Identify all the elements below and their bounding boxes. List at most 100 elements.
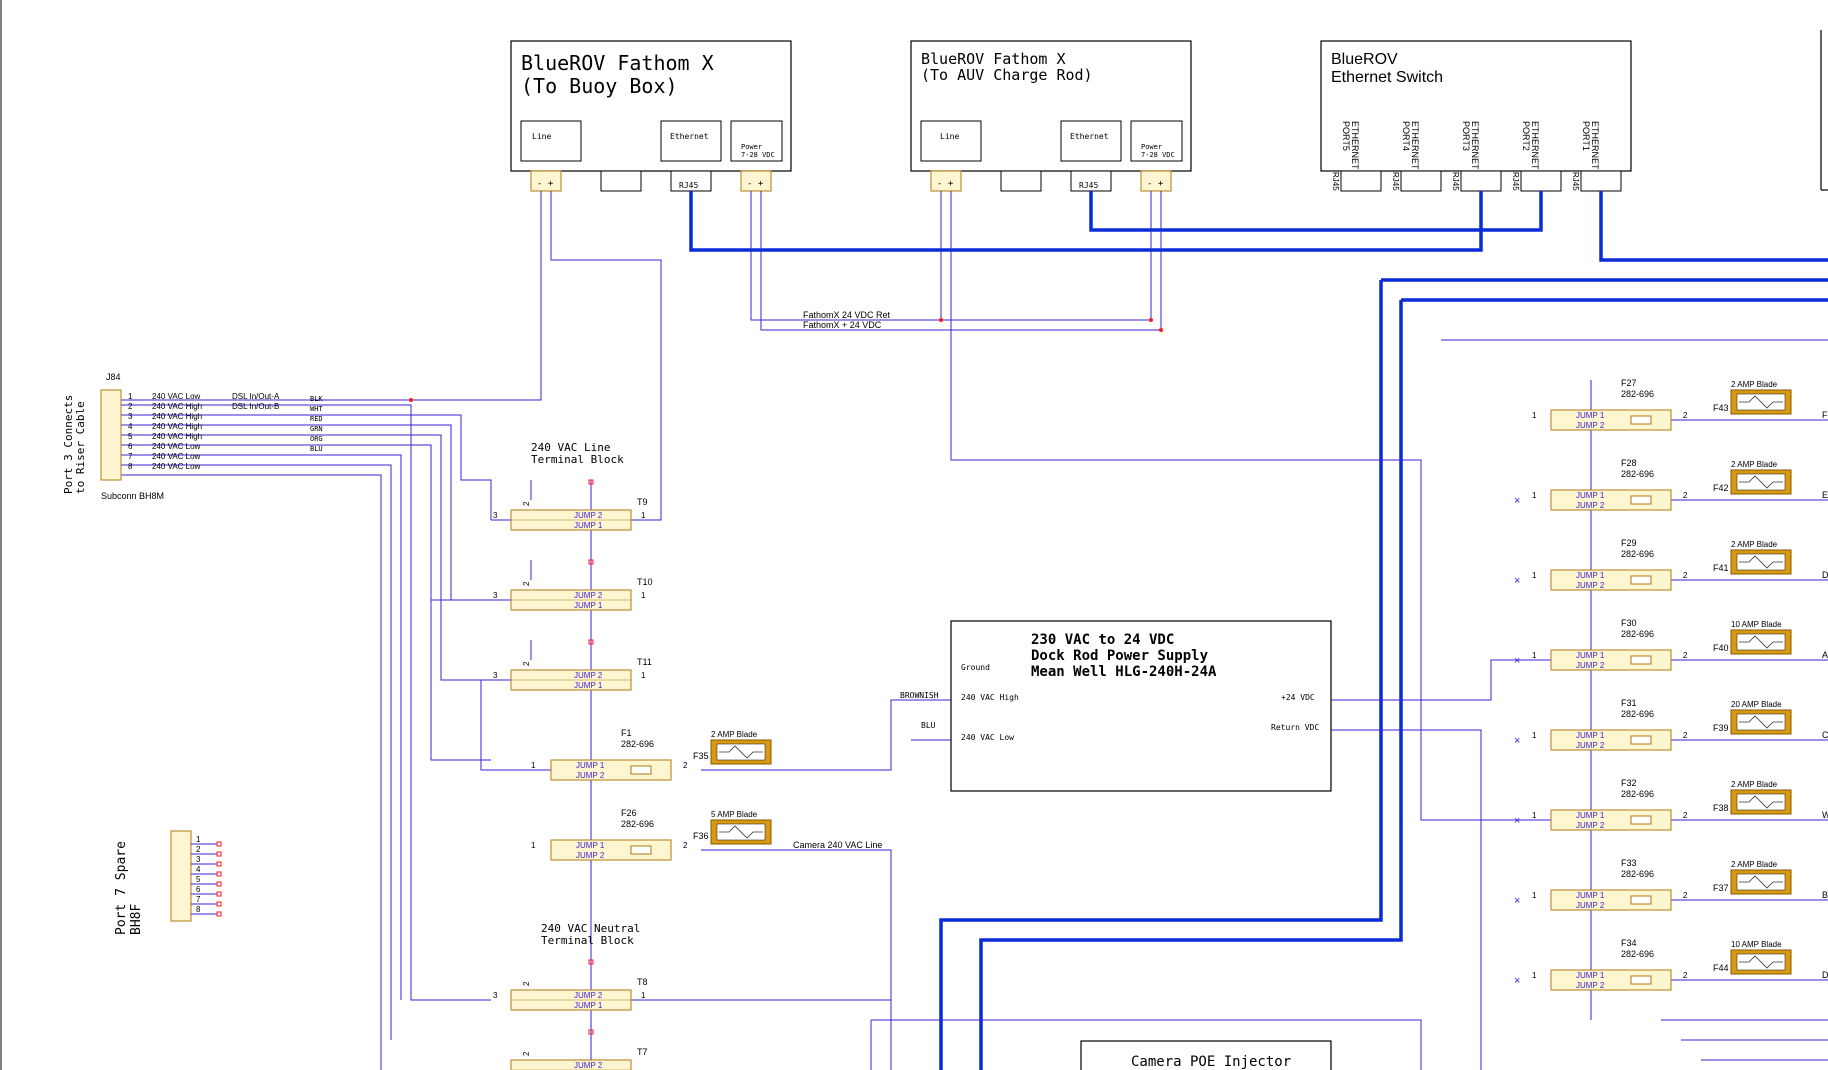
blade-ref: F36 (693, 831, 709, 841)
j84-ref: J84 (106, 372, 121, 382)
fuse-holder[interactable]: JUMP 1JUMP 2 F28282-696 1 2 F42 2 AMP Blade E × (1514, 458, 1828, 511)
fuse-holder[interactable]: JUMP 1JUMP 2 F27282-696 1 2 F43 2 AMP Blade F (1532, 378, 1828, 431)
fuse-pin1: 1 (531, 761, 536, 770)
switch-rj45: RJ45 (1391, 172, 1400, 191)
fuse-pin1: 1 (1532, 571, 1537, 580)
fathom-auv-rj45: RJ45 (1079, 181, 1098, 190)
terminal-block[interactable]: JUMP 2JUMP 1 T11 1 2 3 (493, 639, 652, 691)
fuse-pin2: 2 (1683, 571, 1688, 580)
fuse-pin2: 2 (1683, 491, 1688, 500)
terminal-pin2: 2 (522, 501, 531, 506)
jump2-label: JUMP 2 (576, 851, 605, 860)
fuse-pin1: 1 (1532, 651, 1537, 660)
switch-rj45: RJ45 (1331, 172, 1340, 191)
terminal-pin2: 2 (522, 661, 531, 666)
fuse-ref: F32 (1621, 778, 1637, 788)
fuse-output-label: D (1822, 570, 1828, 580)
j84-pin-color: GRN (310, 425, 323, 433)
jump2-label: JUMP 2 (574, 1061, 603, 1070)
jump2-label: JUMP 2 (574, 991, 603, 1000)
jump2-label: JUMP 2 (1576, 581, 1605, 590)
net-camera-line: Camera 240 VAC Line (793, 840, 882, 850)
fuse-pin2: 2 (1683, 971, 1688, 980)
blade-rating: 2 AMP Blade (1731, 380, 1778, 389)
tb-neutral-title-2: Terminal Block (541, 934, 634, 947)
j84-pin-num: 1 (128, 392, 133, 401)
fuse-ref: F28 (1621, 458, 1637, 468)
blade-rating: 2 AMP Blade (711, 730, 758, 739)
fuse-holder[interactable]: JUMP 1JUMP 2 F30282-696 1 2 F40 10 AMP Blade A… (1514, 618, 1828, 671)
fuse-holder[interactable]: JUMP 1JUMP 2 F26282-696 1 2 F36 5 AMP Blade (531, 808, 772, 861)
terminal-block[interactable]: JUMP 2JUMP 1 T10 1 2 3 (493, 559, 653, 611)
fuse-output-label: E (1822, 490, 1828, 500)
fuse-holder[interactable]: JUMP 1JUMP 2 F32282-696 1 2 F38 2 AMP Blade W × (1514, 778, 1828, 831)
fathom-x-buoy-block: BlueROV Fathom X (To Buoy Box) Line Ethe… (510, 40, 792, 192)
fathom-auv-subtitle: (To AUV Charge Rod) (921, 66, 1093, 84)
jump1-label: JUMP 1 (576, 841, 605, 850)
terminal-ref: T8 (637, 977, 648, 987)
port7-pin-num: 5 (196, 875, 201, 884)
j84-pin-num: 2 (128, 402, 133, 411)
jump2-label: JUMP 2 (1576, 821, 1605, 830)
fathom-buoy-ethernet-port: Ethernet (670, 132, 709, 141)
terminal-pin1: 1 (641, 591, 646, 600)
terminal-ref: T10 (637, 577, 653, 587)
fuse-holder[interactable]: JUMP 1JUMP 2 F34282-696 1 2 F44 10 AMP Blade D… (1514, 938, 1828, 991)
terminal-pin2: 2 (522, 581, 531, 586)
fuse-pin1: 1 (1532, 731, 1537, 740)
no-connect-icon: × (1514, 815, 1520, 827)
j84-part: Subconn BH8M (101, 491, 164, 501)
blade-rating: 2 AMP Blade (1731, 460, 1778, 469)
port7-connector: Port 7 Spare BH8F 12345678 (114, 830, 222, 935)
j84-pin-num: 8 (128, 462, 133, 471)
port7-pin-num: 6 (196, 885, 201, 894)
switch-subtitle: Ethernet Switch (1331, 69, 1443, 86)
port7-label: Port 7 Spare (114, 841, 129, 935)
switch-port-name: PORT5 (1341, 121, 1351, 151)
blade-ref: F44 (1713, 963, 1729, 973)
svg-text:- +: - + (1147, 179, 1164, 189)
fuse-ref: F1 (621, 728, 632, 738)
switch-port-name: PORT1 (1581, 121, 1591, 151)
blade-ref: F42 (1713, 483, 1729, 493)
j84-pin-color: BLK (310, 395, 323, 403)
fathom-auv-ethernet-port: Ethernet (1070, 132, 1109, 141)
jump2-label: JUMP 2 (1576, 661, 1605, 670)
no-connect-icon: × (1514, 495, 1520, 507)
fuse-holder[interactable]: JUMP 1JUMP 2 F33282-696 1 2 F37 2 AMP Blade B × (1514, 858, 1828, 911)
fathom-buoy-line-port: Line (532, 132, 551, 141)
j84-pin: 8 240 VAC Low (128, 462, 201, 471)
fuse-holder[interactable]: JUMP 1JUMP 2 F29282-696 1 2 F41 2 AMP Blade D × (1514, 538, 1828, 591)
fuse-holder[interactable]: JUMP 1JUMP 2 F31282-696 1 2 F39 20 AMP Blade C… (1514, 698, 1828, 751)
camera-poe-block: Camera POE Injector (1080, 1040, 1332, 1070)
blade-ref: F38 (1713, 803, 1729, 813)
jump1-label: JUMP 1 (1576, 971, 1605, 980)
switch-rj45: RJ45 (1451, 172, 1460, 191)
blade-rating: 2 AMP Blade (1731, 860, 1778, 869)
fuse-pin1: 1 (1532, 491, 1537, 500)
jump1-label: JUMP 1 (1576, 491, 1605, 500)
blade-ref: F43 (1713, 403, 1729, 413)
psu-title-1: 230 VAC to 24 VDC (1031, 632, 1174, 648)
terminal-pin3: 3 (493, 511, 498, 520)
terminal-block[interactable]: JUMP 2JUMP 1T72 (510, 1029, 648, 1070)
j84-pin-name: 240 VAC Low (152, 442, 201, 451)
fathom-buoy-power-port: Power (741, 143, 762, 151)
j84-pin-num: 3 (128, 412, 133, 421)
camera-poe-title: Camera POE Injector (1131, 1054, 1291, 1070)
fuse-ref: F31 (1621, 698, 1637, 708)
fuse-pin2: 2 (1683, 731, 1688, 740)
no-connect-icon: × (1514, 895, 1520, 907)
terminal-block[interactable]: JUMP 2JUMP 1 T8 1 2 3 (493, 959, 648, 1011)
fuse-part: 282-696 (621, 819, 654, 829)
j84-pin-name: 240 VAC High (152, 412, 202, 421)
blade-ref: F35 (693, 751, 709, 761)
jump2-label: JUMP 2 (1576, 741, 1605, 750)
psu-high: 240 VAC High (961, 693, 1019, 702)
terminal-block[interactable]: JUMP 2JUMP 1 T9 1 2 3 (493, 479, 648, 531)
fuse-holder[interactable]: JUMP 1JUMP 2 F1282-696 1 2 F35 2 AMP Blade (531, 728, 772, 781)
jump2-label: JUMP 2 (1576, 501, 1605, 510)
switch-rj45: RJ45 (1571, 172, 1580, 191)
blade-ref: F39 (1713, 723, 1729, 733)
port7-pin-num: 3 (196, 855, 201, 864)
